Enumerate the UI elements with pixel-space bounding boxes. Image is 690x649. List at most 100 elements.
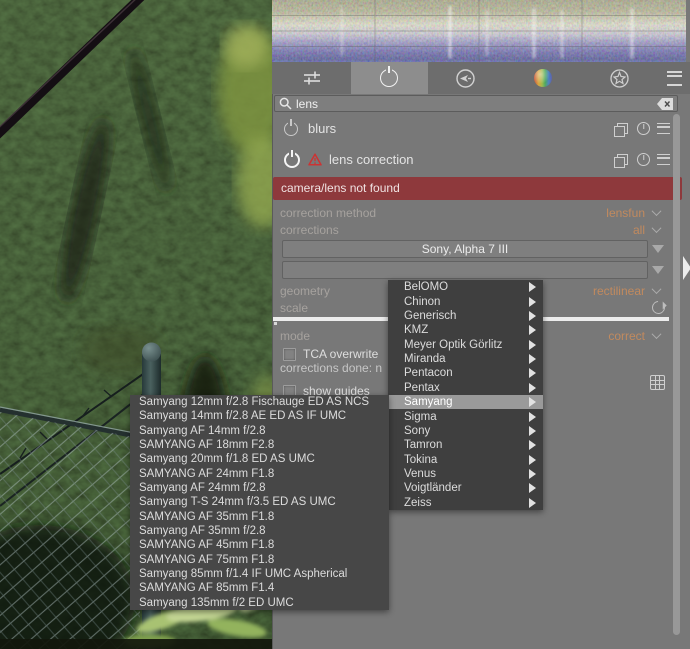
clear-icon[interactable] (657, 97, 674, 110)
tab-active-modules[interactable] (274, 62, 351, 94)
reset-icon[interactable] (637, 122, 650, 135)
brand-menu-item[interactable]: Samyang (388, 395, 543, 410)
correction-method-value: lensfun (606, 205, 645, 220)
camera-value: Sony, Alpha 7 III (421, 242, 509, 256)
lens-menu-item[interactable]: SAMYANG AF 45mm F1.8 (130, 538, 389, 552)
power-icon (380, 69, 399, 87)
panel-collapse-handle[interactable] (683, 256, 690, 280)
brand-menu-item[interactable]: Sigma (388, 409, 543, 423)
lens-menu-item[interactable]: Samyang 85mm f/1.4 IF UMC Aspherical (130, 567, 389, 581)
panel-menu-button[interactable] (660, 62, 688, 94)
brand-menu-item[interactable]: Pentax (388, 381, 543, 395)
presets-icon[interactable] (657, 123, 670, 134)
slider-tick (274, 322, 277, 325)
search-icon (279, 97, 292, 110)
mode-value: correct (608, 328, 645, 343)
error-banner: camera/lens not found (273, 177, 682, 200)
module-header-blurs[interactable]: blurs (272, 115, 682, 142)
star-icon (610, 68, 629, 88)
module-title[interactable]: blurs (308, 121, 617, 136)
triangle-down-icon (652, 266, 664, 274)
lens-menu-item[interactable]: Samyang AF 35mm f/2.8 (130, 524, 389, 538)
submenu-arrow-icon (529, 282, 536, 293)
reset-arrow-icon (648, 298, 668, 317)
brand-menu-item[interactable]: Tokina (388, 453, 543, 467)
brand-menu-item[interactable]: Voigtländer (388, 481, 543, 495)
camera-dropdown-button[interactable] (650, 240, 666, 258)
panel-scrollbar[interactable] (673, 114, 680, 635)
submenu-arrow-icon (529, 469, 536, 480)
tca-overwrite-checkbox[interactable] (283, 347, 296, 361)
lens-menu-item[interactable]: Samyang AF 24mm f/2.8 (130, 481, 389, 495)
module-search-input[interactable]: lens (274, 95, 678, 112)
module-group-tabbar (272, 62, 690, 94)
sliders-icon (304, 71, 321, 85)
tab-technical-group[interactable] (428, 62, 505, 94)
module-title[interactable]: lens correction (329, 152, 617, 167)
lens-menu-item[interactable]: SAMYANG AF 85mm F1.4 (130, 581, 389, 595)
triangle-down-icon (652, 245, 664, 253)
scale-label: scale (280, 300, 309, 315)
correction-method-label: correction method (280, 205, 377, 220)
tab-power-group[interactable] (350, 62, 428, 94)
mode-label: mode (280, 328, 311, 343)
brand-menu-item[interactable]: Venus (388, 467, 543, 481)
brand-menu-item[interactable]: Sony (388, 424, 543, 438)
brand-menu-item[interactable]: Pentacon (388, 366, 543, 380)
chevron-down-icon (651, 206, 662, 217)
brand-menu-item[interactable]: Meyer Optik Görlitz (388, 338, 543, 352)
tca-overwrite-row: TCA overwrite (283, 347, 378, 361)
lens-combobox[interactable] (282, 261, 648, 279)
guides-grid-icon[interactable] (650, 375, 665, 390)
brand-menu-item[interactable]: BelOMO (388, 280, 543, 294)
submenu-arrow-icon (529, 397, 536, 408)
power-icon[interactable] (284, 121, 298, 136)
lens-menu-item[interactable]: SAMYANG AF 35mm F1.8 (130, 510, 389, 524)
corrections-value: all (632, 222, 645, 237)
submenu-arrow-icon (529, 483, 536, 494)
brand-menu-item[interactable]: Chinon (388, 294, 543, 308)
power-icon[interactable] (284, 151, 300, 168)
lens-menu-item[interactable]: Samyang 135mm f/2 ED UMC (130, 596, 389, 610)
lens-menu-item[interactable]: Samyang 20mm f/1.8 ED AS UMC (130, 452, 389, 466)
tca-overwrite-label: TCA overwrite (303, 347, 379, 361)
submenu-arrow-icon (529, 382, 536, 393)
corrections-select[interactable]: all (632, 222, 662, 237)
mode-select[interactable]: correct (608, 328, 662, 343)
lens-menu-item[interactable]: Samyang 14mm f/2.8 AE ED AS IF UMC (130, 409, 389, 423)
multi-instance-icon[interactable] (614, 123, 628, 137)
chevron-down-icon (651, 329, 662, 340)
lens-model-menu: Samyang 12mm f/2.8 Fischauge ED AS NCS S… (130, 395, 389, 610)
submenu-arrow-icon (529, 411, 536, 422)
brand-menu-item[interactable]: Generisch (388, 309, 543, 323)
brand-menu-item[interactable]: Zeiss (388, 496, 543, 510)
submenu-arrow-icon (529, 497, 536, 508)
lens-menu-item[interactable]: SAMYANG AF 24mm F1.8 (130, 467, 389, 481)
lens-menu-item[interactable]: Samyang T-S 24mm f/3.5 ED AS UMC (130, 495, 389, 509)
scale-reset-button[interactable] (648, 298, 668, 317)
lens-menu-item[interactable]: Samyang 12mm f/2.8 Fischauge ED AS NCS (130, 395, 389, 409)
geometry-select[interactable]: rectilinear (592, 283, 662, 298)
correction-method-select[interactable]: lensfun (606, 205, 662, 220)
multi-instance-icon[interactable] (614, 154, 628, 168)
submenu-arrow-icon (529, 425, 536, 436)
geometry-value: rectilinear (592, 283, 645, 298)
submenu-arrow-icon (529, 310, 536, 321)
tab-effects-group[interactable] (581, 62, 658, 94)
camera-combobox[interactable]: Sony, Alpha 7 III (282, 240, 648, 258)
lens-menu-item[interactable]: SAMYANG AF 18mm F2.8 (130, 438, 389, 452)
lens-menu-item[interactable]: Samyang AF 14mm f/2.8 (130, 424, 389, 438)
lens-menu-item[interactable]: SAMYANG AF 75mm F1.8 (130, 553, 389, 567)
brand-menu-item[interactable]: Miranda (388, 352, 543, 366)
tab-grading-group[interactable] (504, 62, 581, 94)
presets-icon[interactable] (657, 154, 670, 165)
brand-menu: BelOMO Chinon Generisch KMZ Meyer Optik … (388, 280, 543, 510)
lens-dropdown-button[interactable] (650, 261, 666, 279)
submenu-arrow-icon (529, 440, 536, 451)
module-header-lens-correction[interactable]: lens correction (272, 146, 682, 173)
brand-menu-item[interactable]: Tamron (388, 438, 543, 452)
reset-icon[interactable] (637, 153, 650, 166)
brand-menu-item[interactable]: KMZ (388, 323, 543, 337)
color-ball-icon (533, 69, 552, 87)
corrections-label: corrections (280, 222, 339, 237)
